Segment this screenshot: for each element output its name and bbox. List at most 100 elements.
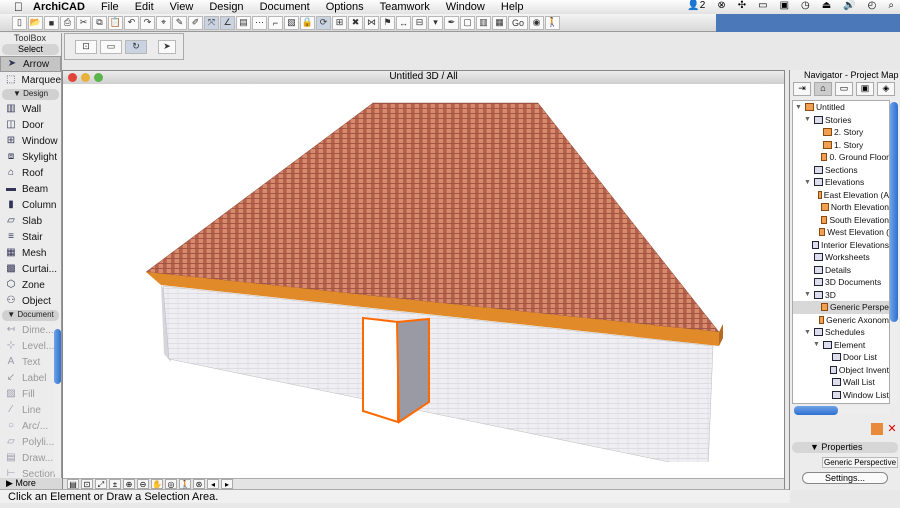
tree-item[interactable]: 2. Story [793, 126, 889, 139]
tree-item[interactable]: North Elevation [793, 201, 889, 214]
tree-item[interactable]: ▼ Stories [793, 114, 889, 127]
tool-polyli[interactable]: ▱ Polyli... [0, 434, 61, 450]
tree-item[interactable]: ▼ Schedules [793, 326, 889, 339]
zoom-window-icon[interactable]: ⊡ [81, 479, 93, 489]
select-header[interactable]: Select [2, 44, 59, 55]
window-titlebar[interactable]: Untitled 3D / All [63, 71, 784, 84]
selection-method-icon[interactable]: ⊡ [75, 39, 97, 54]
door-opening[interactable] [362, 316, 399, 424]
tool-text[interactable]: A Text [0, 354, 61, 370]
zoom-in-icon[interactable]: ⊕ [123, 479, 135, 489]
find-select-icon[interactable]: ⌖ [156, 15, 171, 30]
spotlight-icon[interactable]: ⌕ [888, 0, 894, 11]
orbit-icon[interactable]: ◎ [165, 479, 177, 489]
layer-combination-icon[interactable]: ▤ [67, 479, 79, 489]
roof-fascia-side[interactable] [719, 324, 723, 346]
tool-wall[interactable]: ▥ Wall [0, 101, 61, 117]
tool-zone[interactable]: ⬡ Zone [0, 277, 61, 293]
user-icon[interactable]: 👤2 [687, 0, 705, 11]
next-zoom-icon[interactable]: ▸ [221, 479, 233, 489]
zoom-actual-icon[interactable]: ⊛ [193, 479, 205, 489]
tool-beam[interactable]: ▬ Beam [0, 181, 61, 197]
copy-icon[interactable]: ⧉ [92, 15, 107, 30]
tool-column[interactable]: ▮ Column [0, 197, 61, 213]
tool-curtai[interactable]: ▩ Curtai... [0, 261, 61, 277]
publish-icon[interactable]: ⇥ [793, 82, 811, 96]
close-button[interactable] [68, 73, 77, 82]
gravity-icon[interactable]: ⤧ [204, 15, 219, 30]
paste-icon[interactable]: 📋 [108, 15, 123, 30]
publisher-sets-icon[interactable]: ◈ [877, 82, 895, 96]
tree-item[interactable]: ▼ Element [793, 339, 889, 352]
tool-slab[interactable]: ▱ Slab [0, 213, 61, 229]
tree-item[interactable]: Interior Elevations [793, 239, 889, 252]
tree-item[interactable]: Wall List [793, 376, 889, 389]
document-header[interactable]: ▼ Document [2, 310, 59, 321]
menu-design[interactable]: Design [201, 1, 251, 13]
pen-icon[interactable]: ✒ [444, 15, 459, 30]
tree-item[interactable]: West Elevation ( [793, 226, 889, 239]
inject-icon[interactable]: ✐ [188, 15, 203, 30]
rect-selection-icon[interactable]: ▭ [100, 39, 122, 54]
tool-line[interactable]: ∕ Line [0, 402, 61, 418]
tree-item[interactable]: East Elevation (A [793, 189, 889, 202]
flag-icon[interactable]: ⚑ [380, 15, 395, 30]
close-x-icon[interactable]: ✖ [348, 15, 363, 30]
tree-item[interactable]: South Elevation [793, 214, 889, 227]
tool-draw[interactable]: ▤ Draw... [0, 450, 61, 466]
lock-icon[interactable]: 🔒 [300, 15, 315, 30]
eject-icon[interactable]: ⏏ [822, 0, 831, 11]
tool-fill[interactable]: ▨ Fill [0, 386, 61, 402]
tool-roof[interactable]: ⌂ Roof [0, 165, 61, 181]
tree-item[interactable]: Generic Perspe [793, 301, 889, 314]
tool-dime[interactable]: ↤ Dime... [0, 322, 61, 338]
disclosure-triangle-icon[interactable]: ▼ [795, 104, 803, 111]
project-map-icon[interactable]: ⌂ [814, 82, 832, 96]
tree-item[interactable]: Worksheets [793, 251, 889, 264]
cut-icon[interactable]: ✂ [76, 15, 91, 30]
menu-teamwork[interactable]: Teamwork [372, 1, 438, 13]
volume-icon[interactable]: 🔊 [843, 0, 855, 11]
undo-icon[interactable]: ↶ [124, 15, 139, 30]
tool-label[interactable]: ↙ Label [0, 370, 61, 386]
tool-stair[interactable]: ≡ Stair [0, 229, 61, 245]
explore-icon[interactable]: 🚶 [179, 479, 191, 489]
rotate-selection-icon[interactable]: ↻ [125, 39, 147, 54]
tool-arrow[interactable]: ➤ Arrow [0, 56, 61, 72]
floor-plan-icon[interactable]: ⊞ [332, 15, 347, 30]
document-scrollbar[interactable] [54, 324, 61, 474]
tree-item[interactable]: ▼ Elevations [793, 176, 889, 189]
view-map-icon[interactable]: ▭ [835, 82, 853, 96]
previous-zoom-icon[interactable]: ◂ [207, 479, 219, 489]
walk-icon[interactable]: 🚶 [545, 15, 560, 30]
grid-icon[interactable]: ⋯ [252, 15, 267, 30]
connect-icon[interactable]: ⋈ [364, 15, 379, 30]
trim-icon[interactable]: ⌐ [268, 15, 283, 30]
design-header[interactable]: ▼ Design [2, 89, 59, 100]
disclosure-triangle-icon[interactable]: ▼ [813, 341, 821, 348]
tree-item[interactable]: ▼ Untitled [793, 101, 889, 114]
apple-icon[interactable]:  [0, 0, 33, 14]
redo-icon[interactable]: ↷ [140, 15, 155, 30]
disclosure-triangle-icon[interactable]: ▼ [804, 291, 812, 298]
fill-icon[interactable]: ▧ [284, 15, 299, 30]
tool-mesh[interactable]: ▦ Mesh [0, 245, 61, 261]
tree-item[interactable]: Details [793, 264, 889, 277]
pick-up-icon[interactable]: ✎ [172, 15, 187, 30]
arrow-pointer-icon[interactable]: ➤ [158, 39, 176, 54]
tree-item[interactable]: Window List [793, 389, 889, 402]
new-folder-icon[interactable] [871, 423, 883, 435]
menu-help[interactable]: Help [493, 1, 532, 13]
layout-book-icon[interactable]: ▣ [856, 82, 874, 96]
section-icon[interactable]: ⊟ [412, 15, 427, 30]
tool-level[interactable]: ⊹ Level... [0, 338, 61, 354]
tree-hscrollbar[interactable] [794, 406, 890, 415]
disclosure-triangle-icon[interactable]: ▼ [804, 329, 812, 336]
fit-in-window-icon[interactable]: ⤢ [95, 479, 107, 489]
open-icon[interactable]: 📂 [28, 15, 43, 30]
tree-scrollbar[interactable] [890, 100, 898, 404]
menu-view[interactable]: View [162, 1, 202, 13]
zoom-in-out-icon[interactable]: ± [109, 479, 121, 489]
close-circle-icon[interactable]: ⊗ [717, 0, 725, 11]
menu-options[interactable]: Options [318, 1, 372, 13]
